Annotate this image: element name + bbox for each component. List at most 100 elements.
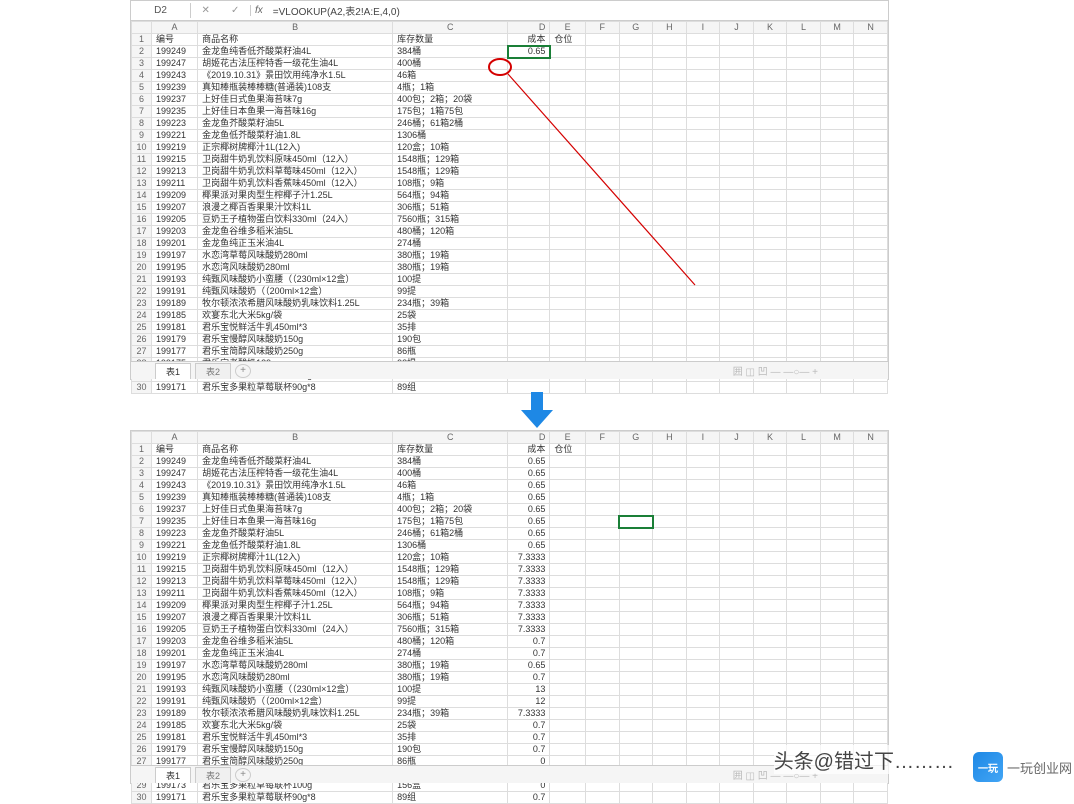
- cell-B11[interactable]: 卫岗甜牛奶乳饮料原味450ml（12入）: [198, 154, 393, 166]
- row-header[interactable]: 12: [132, 166, 152, 178]
- header-cell-E[interactable]: 仓位: [550, 444, 586, 456]
- cell-A5[interactable]: 199239: [151, 82, 197, 94]
- cell-A22[interactable]: 199191: [151, 286, 197, 298]
- cell-L16[interactable]: [787, 214, 821, 226]
- cell-A14[interactable]: 199209: [151, 600, 197, 612]
- cell-J30[interactable]: [720, 792, 754, 804]
- cell-B9[interactable]: 金龙鱼低芥酸菜籽油1.8L: [198, 540, 393, 552]
- cell-L24[interactable]: [787, 720, 821, 732]
- cell-B6[interactable]: 上好佳日式鱼果海苔味7g: [198, 504, 393, 516]
- cell-J26[interactable]: [720, 744, 754, 756]
- cell-I30[interactable]: [686, 382, 720, 394]
- cell-M18[interactable]: [820, 238, 854, 250]
- cell-D20[interactable]: 0.7: [508, 672, 550, 684]
- cell-H24[interactable]: [653, 720, 687, 732]
- cell-J23[interactable]: [720, 708, 754, 720]
- cell-H11[interactable]: [653, 154, 687, 166]
- cell-E2[interactable]: [550, 46, 586, 58]
- column-header-J[interactable]: J: [720, 432, 754, 444]
- column-header-K[interactable]: K: [753, 432, 787, 444]
- cell-M25[interactable]: [820, 322, 854, 334]
- cell-L9[interactable]: [787, 130, 821, 142]
- cell-H23[interactable]: [653, 298, 687, 310]
- cell-G25[interactable]: [619, 732, 653, 744]
- cell-J4[interactable]: [720, 70, 754, 82]
- cell-H6[interactable]: [653, 94, 687, 106]
- cell-I9[interactable]: [686, 540, 720, 552]
- cell-E18[interactable]: [550, 648, 586, 660]
- cell-D21[interactable]: 13: [508, 684, 550, 696]
- cell-J20[interactable]: [720, 262, 754, 274]
- column-header-F[interactable]: F: [585, 432, 619, 444]
- sheet-tab-2b[interactable]: 表2: [195, 767, 231, 783]
- column-header-B[interactable]: B: [198, 432, 393, 444]
- cell-A11[interactable]: 199215: [151, 564, 197, 576]
- cell-E12[interactable]: [550, 166, 586, 178]
- cell-A2[interactable]: 199249: [151, 46, 197, 58]
- cell-B27[interactable]: 君乐宝简醇风味酸奶250g: [198, 346, 393, 358]
- cell-E26[interactable]: [550, 744, 586, 756]
- cell-L15[interactable]: [787, 612, 821, 624]
- cell-G23[interactable]: [619, 708, 653, 720]
- column-header-L[interactable]: L: [787, 432, 821, 444]
- cell-G23[interactable]: [619, 298, 653, 310]
- cell-H17[interactable]: [653, 636, 687, 648]
- cell-J18[interactable]: [720, 238, 754, 250]
- cell-C4[interactable]: 46箱: [393, 70, 508, 82]
- cell-C24[interactable]: 25袋: [393, 720, 508, 732]
- cell-D24[interactable]: [508, 310, 550, 322]
- header-cell-J[interactable]: [720, 444, 754, 456]
- cell-M9[interactable]: [820, 130, 854, 142]
- cell-A27[interactable]: 199177: [151, 346, 197, 358]
- cell-M15[interactable]: [820, 612, 854, 624]
- cell-K23[interactable]: [753, 298, 787, 310]
- cell-M4[interactable]: [820, 480, 854, 492]
- cell-K8[interactable]: [753, 118, 787, 130]
- cell-N23[interactable]: [854, 708, 888, 720]
- cell-G16[interactable]: [619, 214, 653, 226]
- cell-M23[interactable]: [820, 298, 854, 310]
- cell-M25[interactable]: [820, 732, 854, 744]
- cell-H17[interactable]: [653, 226, 687, 238]
- cell-I16[interactable]: [686, 624, 720, 636]
- cell-E23[interactable]: [550, 298, 586, 310]
- cell-D15[interactable]: [508, 202, 550, 214]
- cell-M17[interactable]: [820, 636, 854, 648]
- cell-L23[interactable]: [787, 298, 821, 310]
- cell-G17[interactable]: [619, 636, 653, 648]
- cell-L15[interactable]: [787, 202, 821, 214]
- cell-F23[interactable]: [585, 708, 619, 720]
- row-header[interactable]: 13: [132, 178, 152, 190]
- row-header[interactable]: 10: [132, 142, 152, 154]
- cell-G20[interactable]: [619, 262, 653, 274]
- cell-E15[interactable]: [550, 202, 586, 214]
- cell-B17[interactable]: 金龙鱼谷维多稻米油5L: [198, 636, 393, 648]
- cell-N21[interactable]: [854, 684, 888, 696]
- cell-H23[interactable]: [653, 708, 687, 720]
- cell-F17[interactable]: [585, 636, 619, 648]
- cell-I5[interactable]: [686, 82, 720, 94]
- cell-I27[interactable]: [686, 346, 720, 358]
- cell-N22[interactable]: [854, 286, 888, 298]
- cell-G14[interactable]: [619, 600, 653, 612]
- cell-M14[interactable]: [820, 600, 854, 612]
- cell-A25[interactable]: 199181: [151, 732, 197, 744]
- cell-A2[interactable]: 199249: [151, 456, 197, 468]
- cell-E19[interactable]: [550, 660, 586, 672]
- column-header-I[interactable]: I: [686, 22, 720, 34]
- header-cell-E[interactable]: 仓位: [550, 34, 586, 46]
- column-header-E[interactable]: E: [550, 22, 586, 34]
- cell-B2[interactable]: 金龙鱼纯香低芥酸菜籽油4L: [198, 456, 393, 468]
- cell-K19[interactable]: [753, 660, 787, 672]
- cell-N11[interactable]: [854, 564, 888, 576]
- cell-B18[interactable]: 金龙鱼纯正玉米油4L: [198, 238, 393, 250]
- cell-B30[interactable]: 君乐宝多果粒草莓联杯90g*8: [198, 382, 393, 394]
- row-header[interactable]: 10: [132, 552, 152, 564]
- cell-K26[interactable]: [753, 334, 787, 346]
- cell-F20[interactable]: [585, 262, 619, 274]
- cell-E2[interactable]: [550, 456, 586, 468]
- cell-L7[interactable]: [787, 106, 821, 118]
- cell-J9[interactable]: [720, 540, 754, 552]
- cell-E18[interactable]: [550, 238, 586, 250]
- cell-J12[interactable]: [720, 166, 754, 178]
